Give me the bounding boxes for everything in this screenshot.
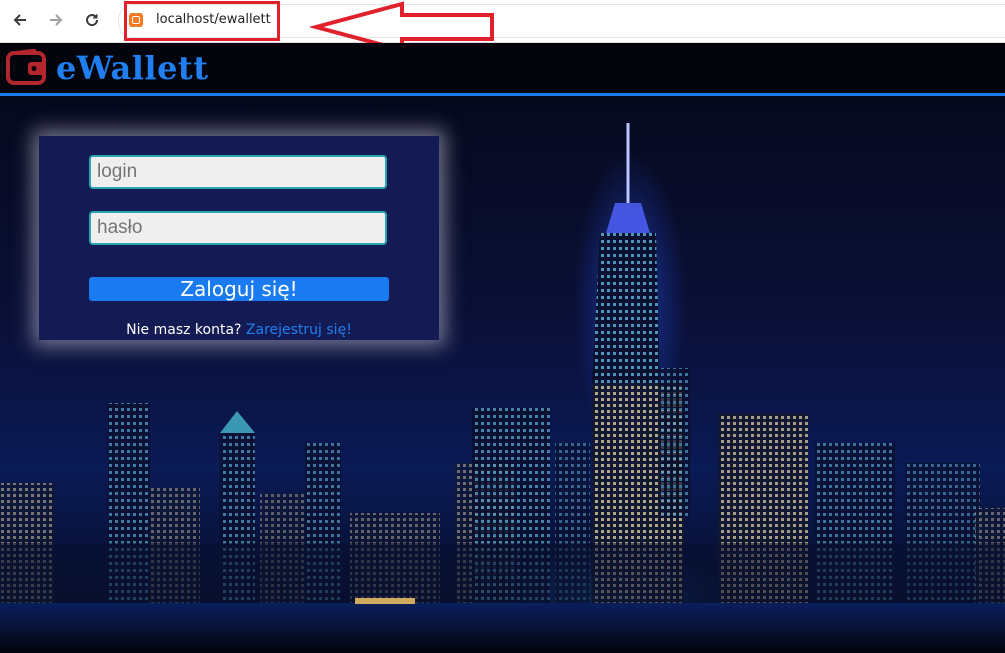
city-skyline-background — [0, 123, 1005, 653]
reload-icon[interactable] — [78, 6, 106, 34]
wallet-icon[interactable] — [6, 49, 48, 87]
arrow-right-icon[interactable] — [42, 6, 70, 34]
register-prompt: Nie masz konta? Zarejestruj się! — [39, 322, 439, 338]
brand-name[interactable]: eWallett — [56, 49, 208, 87]
login-input[interactable] — [89, 155, 387, 189]
arrow-left-icon[interactable] — [6, 6, 34, 34]
register-prompt-text: Nie masz konta? — [126, 322, 242, 338]
password-input[interactable] — [89, 211, 387, 245]
page: eWallett Zaloguj się! Nie masz konta? Za… — [0, 43, 1005, 653]
login-panel: Zaloguj się! Nie masz konta? Zarejestruj… — [39, 136, 439, 340]
register-link[interactable]: Zarejestruj się! — [246, 322, 352, 338]
annotation-highlight-box — [124, 1, 280, 41]
login-button[interactable]: Zaloguj się! — [89, 277, 389, 301]
site-header: eWallett — [0, 43, 1005, 96]
